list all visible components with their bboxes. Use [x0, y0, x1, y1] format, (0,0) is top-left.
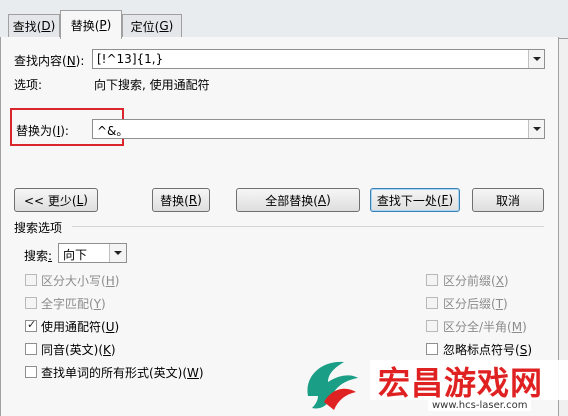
replace-combobox[interactable]: ^&。	[92, 119, 545, 139]
options-label: 选项:	[14, 78, 43, 92]
watermark-logo: 宏昌游戏网 www.hcs-laser.com	[300, 352, 568, 416]
checkbox-label: 全字匹配(Y)	[41, 297, 106, 311]
search-direction-value: 向下	[63, 248, 88, 262]
chevron-down-icon	[532, 57, 541, 61]
checkbox-box[interactable]	[426, 297, 438, 309]
watermark-title: 宏昌游戏网	[378, 364, 544, 402]
checkbox-box[interactable]	[25, 366, 37, 378]
replace-dropdown-button[interactable]	[528, 120, 544, 138]
checkbox-box[interactable]	[25, 343, 37, 355]
find-label: 查找内容(N):	[14, 54, 85, 68]
find-combobox[interactable]: [!^13]{1,}	[92, 49, 545, 69]
chevron-down-icon	[532, 127, 541, 131]
find-next-button[interactable]: 查找下一处(F)	[370, 188, 460, 212]
checkbox-box[interactable]	[426, 274, 438, 286]
replace-button[interactable]: 替换(R)	[152, 188, 210, 212]
checkbox-box[interactable]	[25, 274, 37, 286]
find-input-value: [!^13]{1,}	[97, 52, 164, 66]
checkbox-label: 区分大小写(H)	[41, 274, 120, 288]
cancel-button[interactable]: 取消	[472, 188, 544, 212]
checkbox-label: 区分后缀(T)	[443, 297, 508, 311]
replace-all-button[interactable]: 全部替换(A)	[236, 188, 360, 212]
checkbox-box[interactable]	[426, 320, 438, 332]
chevron-down-icon	[114, 251, 122, 255]
checkbox-label: 同音(英文)(K)	[41, 343, 116, 357]
search-options-title: 搜索选项	[14, 221, 63, 235]
checkbox-box[interactable]: ✓	[25, 318, 37, 332]
tab-goto[interactable]: 定位(G)	[122, 14, 182, 37]
search-direction-dropdown[interactable]	[109, 244, 126, 262]
watermark-url: www.hcs-laser.com	[428, 400, 532, 411]
find-dropdown-button[interactable]	[528, 50, 544, 68]
replace-label: 替换为(I):	[16, 124, 69, 138]
checkbox-box[interactable]	[25, 297, 37, 309]
tab-find[interactable]: 查找(D)	[8, 14, 60, 37]
search-options-divider	[72, 226, 544, 227]
search-direction-select[interactable]: 向下	[58, 243, 127, 263]
options-value: 向下搜索, 使用通配符	[94, 78, 210, 92]
replace-input-value: ^&。	[97, 124, 129, 138]
checkbox-label: 查找单词的所有形式(英文)(W)	[41, 366, 204, 380]
less-button[interactable]: << 更少(L)	[14, 188, 98, 212]
search-direction-label: 搜索:	[24, 249, 53, 263]
tab-replace[interactable]: 替换(P)	[60, 10, 122, 39]
checkbox-label: 区分全/半角(M)	[443, 320, 527, 334]
checkbox-label: 使用通配符(U)	[41, 320, 120, 334]
check-icon: ✓	[27, 318, 37, 331]
checkbox-label: 区分前缀(X)	[443, 274, 509, 288]
